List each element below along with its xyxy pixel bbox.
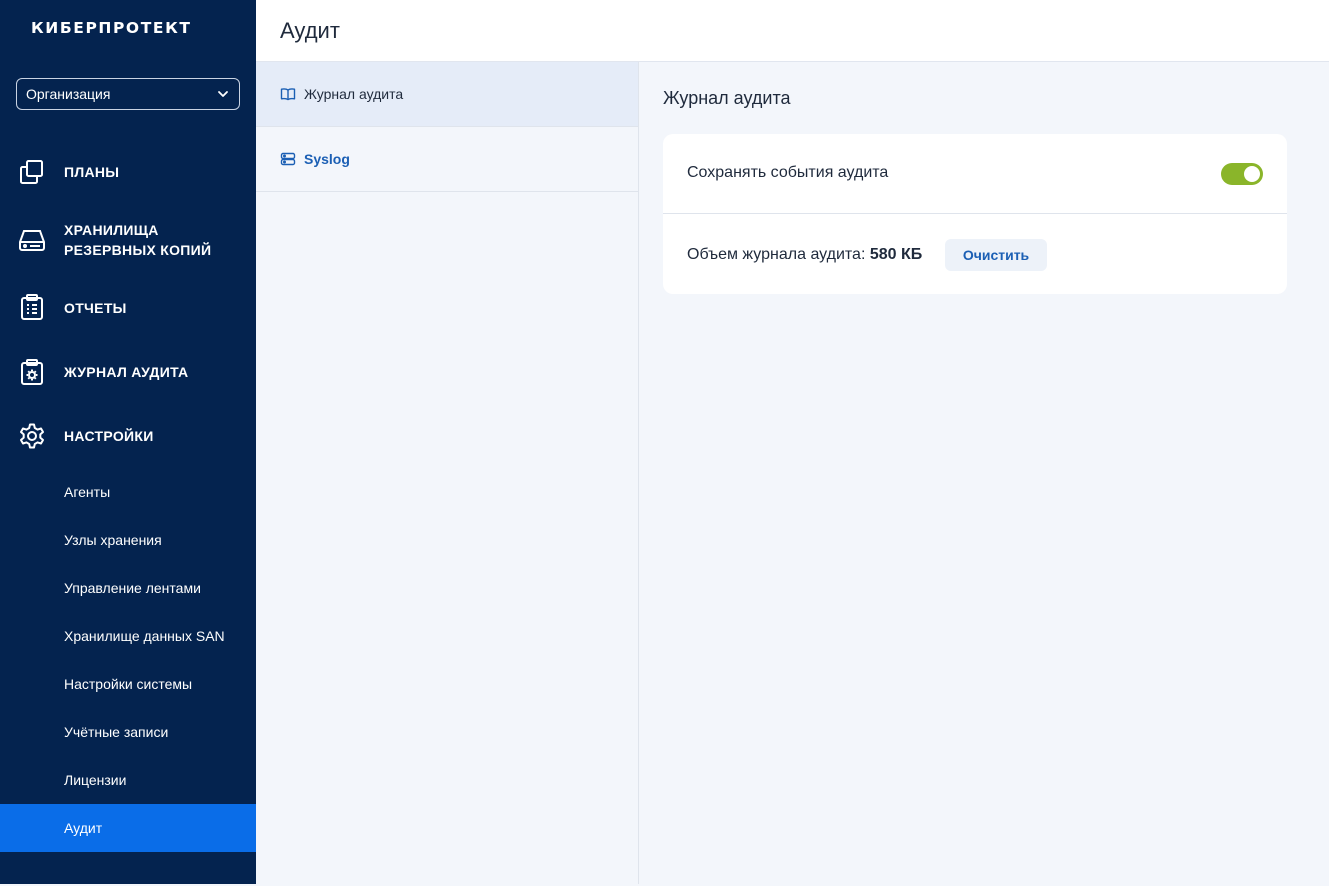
save-events-label: Сохранять события аудита <box>687 164 889 181</box>
settings-item-agents[interactable]: Агенты <box>0 468 256 516</box>
log-size-value: 580 КБ <box>869 246 923 263</box>
clear-log-button[interactable]: Очистить <box>945 239 1047 271</box>
settings-item-audit[interactable]: Аудит <box>0 804 256 852</box>
nav-label-backup-storage: ХРАНИЛИЩА РЕЗЕРВНЫХ КОПИЙ <box>64 222 212 258</box>
section-item-audit-log[interactable]: Журнал аудита <box>256 62 638 127</box>
gear-icon <box>18 422 46 450</box>
nav-item-settings[interactable]: НАСТРОЙКИ <box>0 416 256 456</box>
section-title: Журнал аудита <box>663 88 791 108</box>
audit-sections-list: Журнал аудита Syslog <box>256 62 639 884</box>
server-icon <box>280 152 296 166</box>
sidebar: КИБЕРПРОТЕКТ Организация ПЛАНЫ ХРАНИЛИЩА… <box>0 0 256 884</box>
chevron-down-icon <box>218 91 228 97</box>
settings-item-storage-nodes[interactable]: Узлы хранения <box>0 516 256 564</box>
organization-select-value: Организация <box>26 86 111 102</box>
audit-settings-card: Сохранять события аудита Объем журнала а… <box>663 134 1287 294</box>
nav-label-audit-log: ЖУРНАЛ АУДИТА <box>64 364 189 380</box>
save-events-toggle[interactable] <box>1221 163 1263 185</box>
settings-item-system-settings[interactable]: Настройки системы <box>0 660 256 708</box>
nav-label-reports: ОТЧЕТЫ <box>64 300 127 316</box>
page-header: Аудит <box>256 0 1329 62</box>
save-events-row: Сохранять события аудита <box>663 134 1287 214</box>
organization-select[interactable]: Организация <box>16 78 240 110</box>
nav-item-backup-storage[interactable]: ХРАНИЛИЩА РЕЗЕРВНЫХ КОПИЙ <box>0 216 256 264</box>
log-size-label: Объем журнала аудита: <box>687 246 866 263</box>
book-icon <box>280 88 296 101</box>
nav-item-plans[interactable]: ПЛАНЫ <box>0 152 256 192</box>
settings-item-tape-management[interactable]: Управление лентами <box>0 564 256 612</box>
settings-item-san-storage[interactable]: Хранилище данных SAN <box>0 612 256 660</box>
audit-log-panel: Журнал аудита Сохранять события аудита О… <box>639 62 1329 884</box>
nav-label-plans: ПЛАНЫ <box>64 164 120 180</box>
clipboard-gear-icon <box>18 358 46 386</box>
settings-item-licenses[interactable]: Лицензии <box>0 756 256 804</box>
clipboard-list-icon <box>18 293 46 321</box>
app-logo: КИБЕРПРОТЕКТ <box>31 19 192 37</box>
settings-item-accounts[interactable]: Учётные записи <box>0 708 256 756</box>
section-item-syslog[interactable]: Syslog <box>256 127 638 192</box>
section-item-syslog-label: Syslog <box>304 151 350 167</box>
toggle-knob <box>1244 166 1260 182</box>
nav-label-settings: НАСТРОЙКИ <box>64 428 154 444</box>
log-size-text: Объем журнала аудита: 580 КБ <box>687 246 922 264</box>
nav-item-audit-log[interactable]: ЖУРНАЛ АУДИТА <box>0 352 256 392</box>
page-title: Аудит <box>280 18 340 43</box>
drive-icon <box>18 226 46 254</box>
section-item-audit-log-label: Журнал аудита <box>304 86 404 102</box>
copy-icon <box>18 158 46 186</box>
nav-item-reports[interactable]: ОТЧЕТЫ <box>0 288 256 328</box>
